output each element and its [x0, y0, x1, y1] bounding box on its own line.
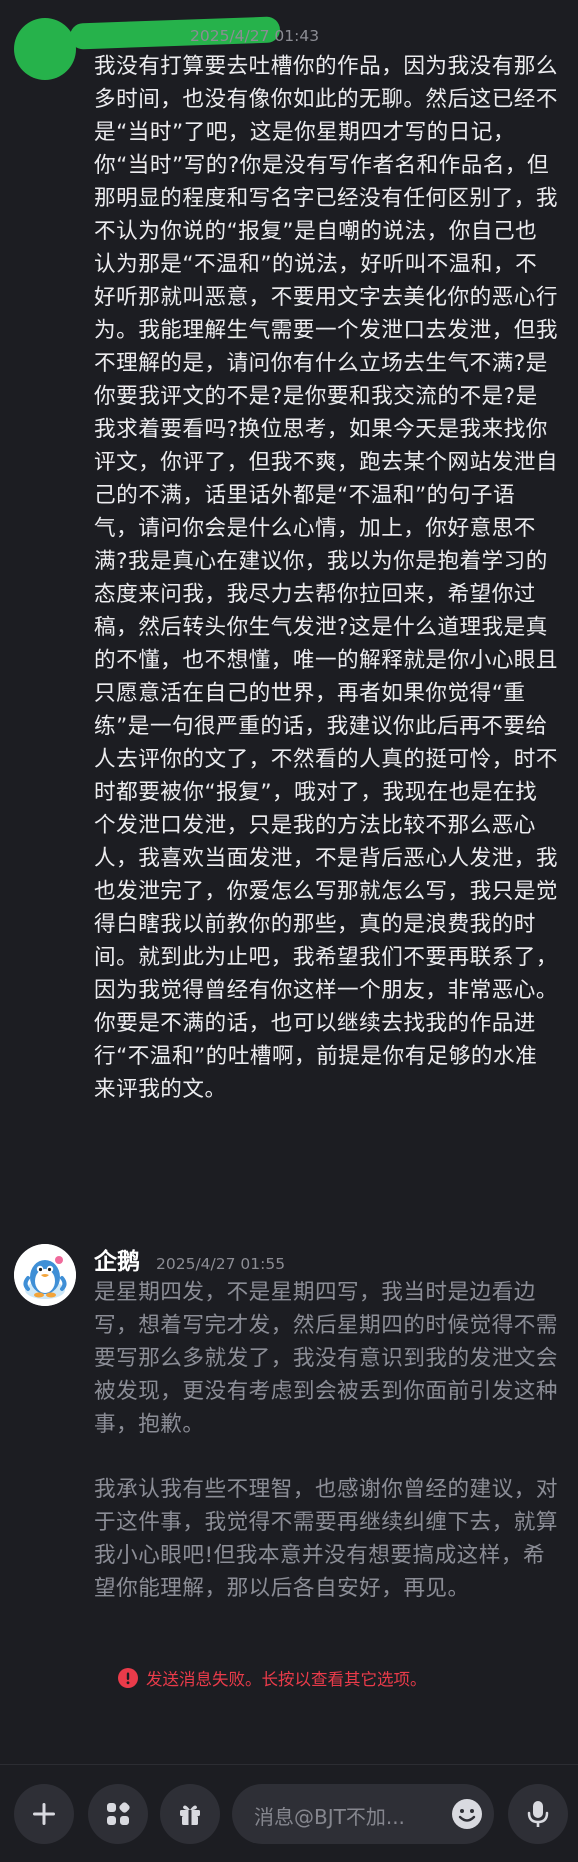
gift-button[interactable] [160, 1784, 220, 1844]
message-body: 是星期四发，不是星期四写，我当时是边看边写，想着写完才发，然后星期四的时候觉得不… [94, 1276, 558, 1605]
error-text: 发送消息失败。长按以查看其它选项。 [146, 1670, 427, 1689]
add-attachment-button[interactable] [14, 1784, 74, 1844]
message-timestamp: 2025/4/27 01:43 [190, 27, 320, 45]
plus-icon [33, 1803, 55, 1825]
message-header: 企鹅 2025/4/27 01:55 [94, 1242, 286, 1275]
message-body: 我没有打算要去吐槽你的作品，因为我没有那么多时间，也没有像你如此的无聊。然后这已… [94, 50, 558, 1106]
voice-message-button[interactable] [508, 1784, 568, 1844]
penguin-avatar-icon[interactable] [14, 1244, 76, 1306]
apps-icon [107, 1802, 130, 1825]
error-icon [118, 1668, 138, 1688]
author-name[interactable]: 企鹅 [94, 1242, 140, 1276]
message-paragraph: 是星期四发，不是星期四写，我当时是边看边写，想着写完才发，然后星期四的时候觉得不… [94, 1280, 558, 1437]
message-paragraph: 我承认我有些不理智，也感谢你曾经的建议，对于这件事，我觉得不需要再继续纠缠下去，… [94, 1477, 558, 1601]
send-failed-notice[interactable]: 发送消息失败。长按以查看其它选项。 [118, 1666, 427, 1690]
message-paragraph: 你要是不满的话，也可以继续去找我的作品进行“不温和”的吐槽啊，前提是你有足够的水… [94, 1011, 538, 1102]
message-paragraph: 我没有打算要去吐槽你的作品，因为我没有那么多时间，也没有像你如此的无聊。然后这已… [94, 54, 558, 1003]
message-composer-bar: 消息@BJT不加... [0, 1764, 578, 1862]
emoji-icon[interactable] [450, 1797, 484, 1831]
message-timestamp: 2025/4/27 01:55 [156, 1255, 286, 1273]
message-input-placeholder: 消息@BJT不加... [254, 1805, 405, 1829]
gift-icon [180, 1805, 200, 1825]
microphone-icon [527, 1801, 549, 1827]
apps-button[interactable] [88, 1784, 148, 1844]
message-input[interactable]: 消息@BJT不加... [232, 1784, 494, 1844]
user-avatar[interactable] [14, 18, 76, 80]
